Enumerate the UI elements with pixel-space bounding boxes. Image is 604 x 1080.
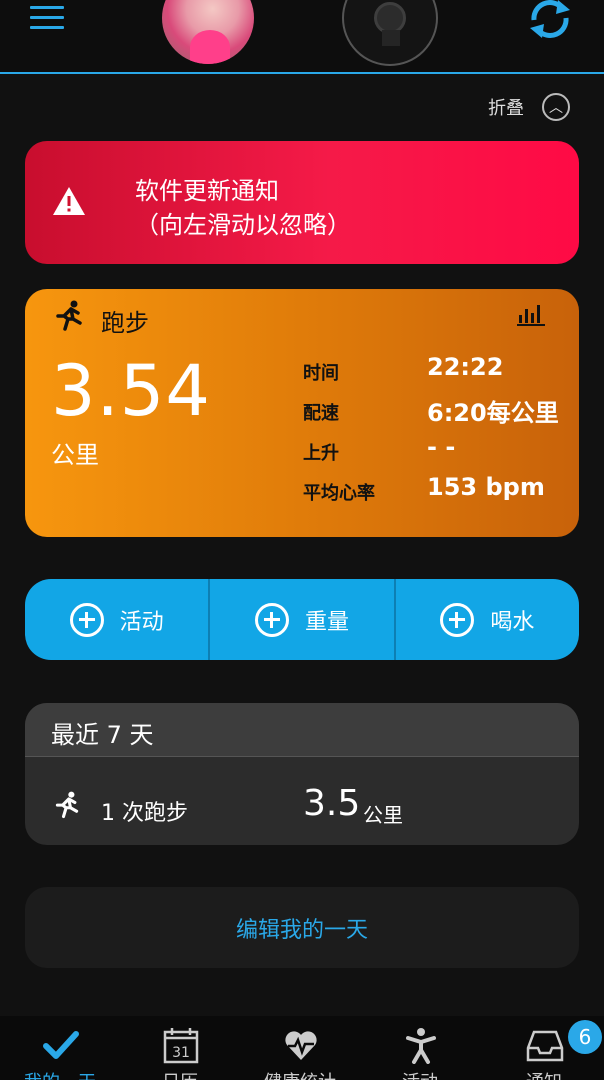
nav-calendar-label: 日历	[120, 1068, 240, 1080]
quick-add-bar: 活动 重量 喝水	[25, 579, 579, 660]
recent-header: 最近 7 天	[25, 703, 579, 757]
sync-icon[interactable]	[526, 0, 574, 40]
stat-value-pace: 6:20每公里	[427, 399, 559, 427]
nav-health-stats-label: 健康统计	[240, 1068, 360, 1080]
recent-distance-unit: 公里	[363, 803, 403, 827]
collapse-label: 折叠	[488, 98, 524, 119]
check-icon	[43, 1031, 79, 1059]
notification-count-badge: 6	[568, 1020, 602, 1054]
run-distance-unit: 公里	[51, 441, 99, 469]
software-update-notice[interactable]: 软件更新通知 （向左滑动以忽略）	[25, 141, 579, 264]
calendar-icon: 31	[163, 1028, 199, 1064]
stat-label-avg-hr: 平均心率	[303, 483, 375, 504]
calendar-day: 31	[172, 1045, 190, 1061]
notice-subtitle: （向左滑动以忽略）	[135, 211, 351, 239]
stat-value-time: 22:22	[427, 353, 504, 381]
nav-activities-label: 活动	[360, 1068, 480, 1080]
add-weight-label: 重量	[304, 609, 349, 635]
stat-label-time: 时间	[303, 363, 339, 384]
add-water-button[interactable]: 喝水	[396, 579, 579, 660]
nav-activities[interactable]: 活动	[360, 1016, 480, 1080]
edit-my-day-button[interactable]: 编辑我的一天	[25, 887, 579, 968]
runner-icon	[56, 300, 82, 331]
heart-rate-icon	[285, 1031, 317, 1060]
hamburger-icon[interactable]	[30, 6, 64, 30]
notice-title: 软件更新通知	[135, 177, 279, 205]
top-bar	[0, 0, 604, 74]
inbox-icon	[526, 1030, 564, 1062]
plus-circle-icon	[440, 602, 475, 637]
stat-label-ascent: 上升	[303, 443, 339, 464]
recent-run-count: 1 次跑步	[101, 801, 188, 826]
avatar[interactable]	[162, 0, 254, 64]
runner-icon	[55, 791, 79, 819]
run-distance: 3.54	[51, 350, 211, 432]
recent-7-days-card[interactable]: 最近 7 天 1 次跑步 3.5 公里	[25, 703, 579, 845]
add-water-label: 喝水	[490, 609, 535, 635]
add-weight-button[interactable]: 重量	[210, 579, 396, 660]
person-icon	[406, 1028, 436, 1064]
edit-my-day-label: 编辑我的一天	[235, 917, 368, 943]
plus-circle-icon	[69, 602, 104, 637]
run-activity-card[interactable]: 跑步 3.54 公里 时间 22:22 配速 6:20每公里 上升 - - 平均…	[25, 289, 579, 537]
nav-calendar[interactable]: 31 日历	[120, 1016, 240, 1080]
nav-my-day[interactable]: 我的一天	[0, 1016, 120, 1080]
stat-value-ascent: - -	[427, 433, 456, 461]
collapse-toggle[interactable]: 折叠 ︿	[488, 92, 570, 122]
bar-chart-icon[interactable]	[517, 301, 545, 327]
stat-label-pace: 配速	[303, 403, 339, 424]
nav-notifications-label: 通知	[484, 1068, 604, 1080]
device-watch-icon[interactable]	[342, 0, 438, 66]
bottom-navigation: 我的一天 31 日历 健康统计 活动 通知	[0, 1016, 604, 1080]
plus-circle-icon	[254, 602, 289, 637]
chevron-up-icon[interactable]: ︿	[542, 93, 570, 121]
add-activity-button[interactable]: 活动	[25, 579, 211, 660]
stat-value-avg-hr: 153 bpm	[427, 473, 545, 501]
recent-distance: 3.5	[303, 783, 361, 824]
warning-icon	[53, 187, 85, 215]
nav-my-day-label: 我的一天	[0, 1068, 120, 1080]
add-activity-label: 活动	[119, 609, 164, 635]
recent-title: 最近 7 天	[51, 721, 154, 749]
nav-health-stats[interactable]: 健康统计	[240, 1016, 360, 1080]
run-title: 跑步	[101, 309, 149, 337]
